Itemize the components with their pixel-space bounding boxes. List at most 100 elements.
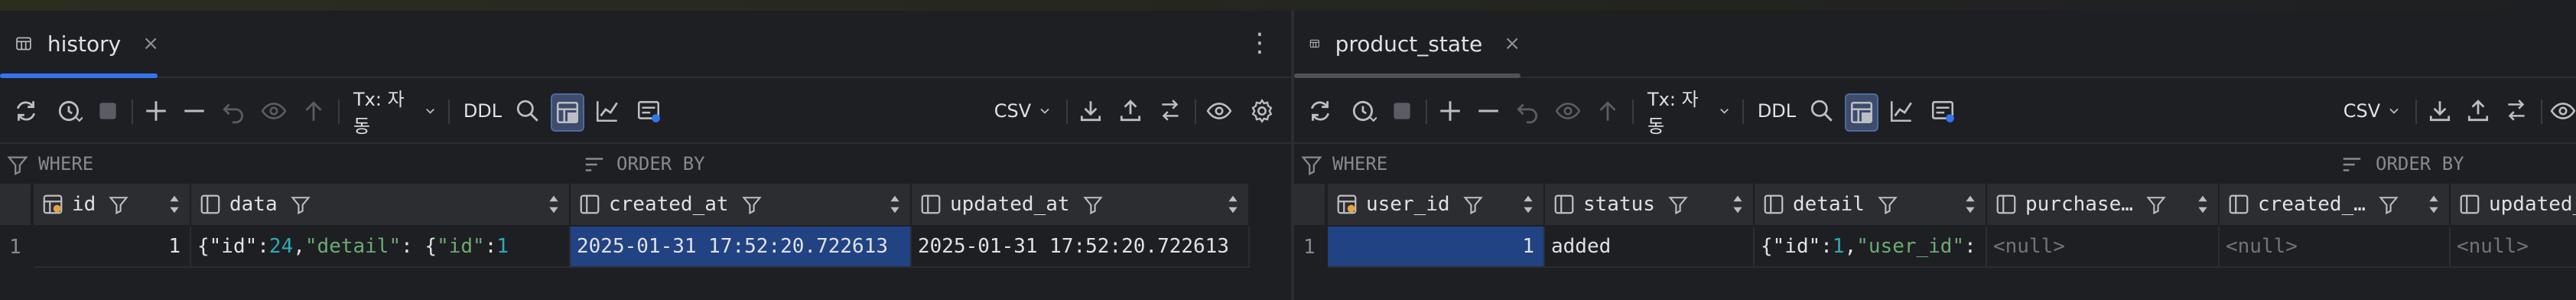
cell-id[interactable]: 1 (34, 227, 191, 268)
stop-button[interactable] (1389, 93, 1415, 129)
ddl-button[interactable]: DDL (462, 93, 503, 129)
column-filter-icon[interactable] (1462, 194, 1484, 215)
add-row-button[interactable] (1436, 93, 1464, 129)
cell-data[interactable]: {"id": 24, "detail": {"id": 1 (191, 227, 571, 268)
sort-arrows-icon[interactable] (1732, 193, 1744, 216)
table-view-toggle[interactable] (1845, 93, 1878, 132)
record-view-button[interactable] (1927, 93, 1958, 129)
delete-row-button[interactable] (181, 93, 208, 129)
transaction-mode-dropdown[interactable]: Tx: 자동 (1647, 89, 1732, 137)
table-row[interactable]: 1 1 added {"id": 1, "user_id": <null> <nul… (1294, 227, 2576, 268)
stop-button[interactable] (95, 93, 121, 129)
column-filter-icon[interactable] (1667, 194, 1689, 215)
add-row-button[interactable] (142, 93, 170, 129)
sort-arrows-icon[interactable] (168, 193, 181, 216)
column-header-purchase[interactable]: purchase… (1987, 184, 2220, 225)
column-header-detail[interactable]: detail (1755, 184, 1987, 225)
sort-arrows-icon[interactable] (1964, 193, 1976, 216)
column-header-id[interactable]: id (34, 184, 191, 225)
window-top-strip (0, 0, 2576, 11)
compare-button[interactable] (2501, 93, 2532, 129)
search-button[interactable] (514, 93, 542, 129)
column-header-status[interactable]: status (1545, 184, 1755, 225)
refresh-button[interactable] (11, 93, 41, 129)
table-view-toggle[interactable] (551, 93, 584, 132)
submit-button[interactable] (300, 93, 327, 129)
import-button[interactable] (2464, 93, 2492, 129)
compare-button[interactable] (1155, 93, 1186, 129)
column-header-user-id[interactable]: user_id (1328, 184, 1545, 225)
close-icon[interactable]: × (142, 32, 159, 55)
transaction-mode-dropdown[interactable]: Tx: 자동 (353, 89, 437, 137)
order-by-input[interactable]: ORDER BY (2376, 153, 2464, 174)
tab-history[interactable]: history × (0, 11, 159, 78)
primary-key-column-icon (1337, 194, 1357, 214)
sort-arrows-icon[interactable] (1227, 193, 1239, 216)
stop-icon (99, 103, 116, 119)
column-filter-icon[interactable] (741, 194, 763, 215)
export-format-dropdown[interactable]: CSV (993, 93, 1054, 129)
preview-changes-button[interactable] (1554, 93, 1582, 129)
cell-updated[interactable]: <null> (2451, 227, 2576, 268)
cell-created[interactable]: <null> (2220, 227, 2451, 268)
transaction-mode-label: Tx: 자동 (1647, 89, 1699, 137)
export-button[interactable] (1077, 93, 1104, 129)
column-header-updated-at[interactable]: updated_at (912, 184, 1250, 225)
search-button[interactable] (1808, 93, 1836, 129)
cell-user-id[interactable]: 1 (1328, 227, 1545, 268)
ddl-button[interactable]: DDL (1756, 93, 1797, 129)
settings-button[interactable] (1247, 93, 1277, 129)
column-filter-icon[interactable] (1877, 194, 1898, 215)
revert-button[interactable] (220, 93, 248, 129)
export-format-dropdown[interactable]: CSV (2342, 93, 2403, 129)
search-icon (516, 99, 538, 122)
column-filter-icon[interactable] (1082, 194, 1104, 215)
sort-arrows-icon[interactable] (1522, 193, 1534, 216)
json-punct: : (1964, 235, 1976, 258)
preview-changes-button[interactable] (260, 93, 288, 129)
sort-arrows-icon[interactable] (2428, 193, 2440, 216)
cell-detail[interactable]: {"id": 1, "user_id": (1755, 227, 1987, 268)
view-options-button[interactable] (2550, 93, 2576, 129)
tab-product-state[interactable]: product_state × (1294, 11, 1521, 78)
close-icon[interactable]: × (1504, 32, 1521, 55)
refresh-button[interactable] (1305, 93, 1335, 129)
export-button[interactable] (2426, 93, 2454, 129)
where-filter-input[interactable]: WHERE (38, 153, 93, 174)
where-filter-input[interactable]: WHERE (1332, 153, 1387, 174)
cell-updated-at[interactable]: 2025-01-31 17:52:20.722613 (912, 227, 1250, 268)
sort-icon (585, 158, 603, 171)
table-row[interactable]: 1 1 {"id": 24, "detail": {"id": 1 2025-0… (0, 227, 1291, 268)
cell-purchase[interactable]: <null> (1987, 227, 2220, 268)
plus-icon (1440, 101, 1460, 121)
json-number: 1 (1832, 235, 1845, 258)
column-filter-icon[interactable] (2145, 194, 2167, 215)
more-options-icon[interactable]: ⋮ (1247, 28, 1273, 58)
column-filter-icon[interactable] (2378, 194, 2399, 215)
column-filter-icon[interactable] (290, 194, 311, 215)
column-header-data[interactable]: data (191, 184, 571, 225)
sort-arrows-icon[interactable] (889, 193, 901, 216)
column-header-updated[interactable]: updated_ (2451, 184, 2576, 225)
column-icon (1554, 194, 1574, 214)
cell-status[interactable]: added (1545, 227, 1755, 268)
order-by-input[interactable]: ORDER BY (616, 153, 705, 174)
delete-row-button[interactable] (1475, 93, 1502, 129)
record-view-button[interactable] (633, 93, 664, 129)
sort-arrows-icon[interactable] (548, 193, 560, 216)
column-filter-icon[interactable] (108, 194, 129, 215)
row-number: 1 (1303, 236, 1316, 259)
sort-arrows-icon[interactable] (2197, 193, 2209, 216)
revert-button[interactable] (1514, 93, 1542, 129)
submit-button[interactable] (1594, 93, 1621, 129)
view-options-button[interactable] (1204, 93, 1234, 129)
column-header-created-at[interactable]: created_at (571, 184, 912, 225)
column-header-created[interactable]: created_… (2220, 184, 2451, 225)
chart-view-button[interactable] (1888, 93, 1915, 129)
auto-refresh-button[interactable] (1343, 93, 1384, 129)
chart-view-button[interactable] (594, 93, 621, 129)
upload-icon (1120, 99, 1141, 122)
import-button[interactable] (1117, 93, 1144, 129)
cell-created-at[interactable]: 2025-01-31 17:52:20.722613 (571, 227, 912, 268)
auto-refresh-button[interactable] (49, 93, 90, 129)
